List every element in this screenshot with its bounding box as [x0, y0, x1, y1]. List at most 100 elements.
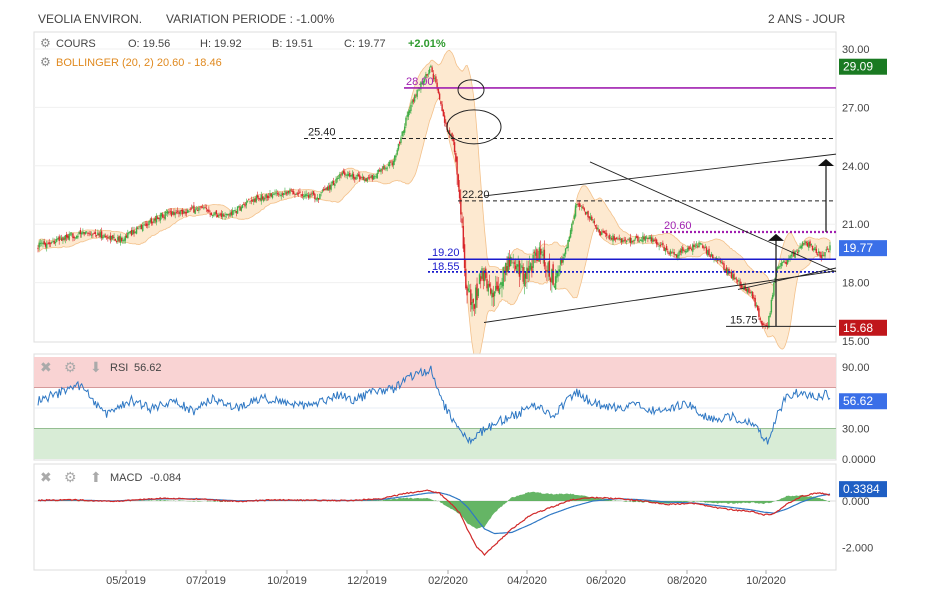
candle-body: [668, 253, 670, 255]
candle-body: [758, 308, 760, 317]
candle-body: [371, 175, 373, 180]
candle-body: [120, 238, 123, 242]
candle-body: [487, 284, 489, 292]
candle-body: [658, 245, 660, 247]
candle-body: [539, 248, 542, 255]
candle-body: [261, 196, 264, 200]
candle-body: [472, 299, 474, 303]
candle-body: [522, 267, 524, 282]
candle-body: [401, 131, 403, 136]
candle-body: [194, 209, 196, 214]
candle-body: [174, 212, 176, 215]
candle-body: [355, 176, 357, 180]
candle-body: [266, 195, 269, 198]
candle-body: [213, 213, 215, 215]
candle-body: [68, 234, 70, 240]
candle-body: [178, 212, 180, 214]
candle-body: [357, 174, 360, 176]
candle-body: [659, 244, 662, 246]
candle-body: [145, 223, 148, 226]
candle-body: [402, 131, 405, 134]
close-icon[interactable]: ✖: [40, 469, 52, 485]
candle-body: [144, 224, 146, 226]
candle-body: [785, 262, 788, 265]
candle-body: [829, 245, 831, 251]
candle-body: [413, 95, 416, 102]
high-price-tag-text: 29.09: [843, 60, 873, 74]
candle-body: [385, 167, 387, 170]
candle-body: [150, 218, 153, 224]
candle-body: [825, 249, 827, 251]
candle-body: [769, 312, 771, 317]
level-label: 19.20: [432, 247, 460, 259]
candle-body: [461, 218, 463, 224]
candle-body: [407, 111, 410, 117]
candle-body: [523, 274, 526, 286]
candle-body: [80, 232, 83, 235]
candle-body: [638, 241, 640, 242]
candle-body: [195, 208, 198, 210]
candle-body: [440, 101, 442, 104]
candle-body: [524, 272, 527, 279]
candle-body: [115, 240, 118, 242]
candle-body: [155, 215, 158, 223]
candle-body: [215, 210, 218, 215]
candle-body: [548, 260, 551, 277]
gear-icon[interactable]: ⚙: [64, 469, 77, 485]
candle-body: [65, 234, 68, 238]
candle-body: [778, 266, 780, 269]
candle-body: [273, 193, 275, 195]
candle-body: [644, 236, 647, 241]
gear-icon[interactable]: ⚙: [64, 359, 77, 375]
candle-body: [249, 201, 251, 203]
gear-icon[interactable]: ⚙: [40, 55, 51, 69]
candle-body: [367, 177, 370, 179]
candle-body: [226, 214, 229, 216]
candle-body: [521, 265, 523, 268]
candle-body: [172, 211, 174, 215]
candle-body: [573, 215, 576, 220]
candle-body: [542, 253, 544, 257]
candle-body: [592, 219, 594, 221]
candle-body: [181, 209, 184, 215]
candle-body: [108, 236, 110, 238]
candle-body: [576, 203, 578, 206]
gear-icon[interactable]: ⚙: [40, 36, 51, 50]
candle-body: [198, 207, 200, 211]
candle-body: [637, 236, 639, 242]
candle-body: [755, 305, 758, 307]
time-axis: 05/2019 07/2019 10/2019 12/2019 02/2020 04/20…: [106, 570, 786, 587]
candle-body: [672, 251, 674, 253]
candle-body: [99, 232, 102, 238]
candle-body: [750, 291, 753, 293]
candle-body: [663, 246, 665, 251]
candle-body: [301, 194, 304, 196]
close-icon[interactable]: ✖: [40, 359, 52, 375]
macd-tag-text: 0.3384: [843, 482, 880, 496]
candle-body: [346, 174, 349, 176]
candle-body: [339, 174, 341, 178]
candle-body: [578, 203, 581, 207]
candle-body: [814, 247, 816, 251]
candle-body: [662, 242, 664, 246]
stock-chart[interactable]: 28.00 25.40 22.20 20.60 19.20 18.55 15.75 ⚙ CO…: [0, 0, 933, 597]
candle-body: [370, 176, 372, 178]
candle-body: [107, 237, 109, 239]
arrow-down-icon[interactable]: ⬇: [90, 359, 102, 375]
candle-body: [77, 235, 79, 238]
price-tick-label: 27.00: [842, 102, 870, 114]
candle-body: [593, 220, 595, 224]
candle-body: [399, 142, 401, 144]
candle-body: [598, 229, 600, 233]
candle-body: [506, 266, 508, 273]
candle-body: [761, 323, 764, 326]
candle-body: [74, 237, 77, 239]
candle-body: [54, 241, 57, 244]
candle-body: [359, 175, 361, 180]
arrow-up-icon[interactable]: ⬆: [90, 469, 102, 485]
candle-body: [239, 206, 241, 211]
candle-body: [722, 262, 724, 264]
candle-body: [253, 199, 255, 202]
candle-body: [634, 237, 637, 239]
candle-body: [532, 254, 534, 268]
